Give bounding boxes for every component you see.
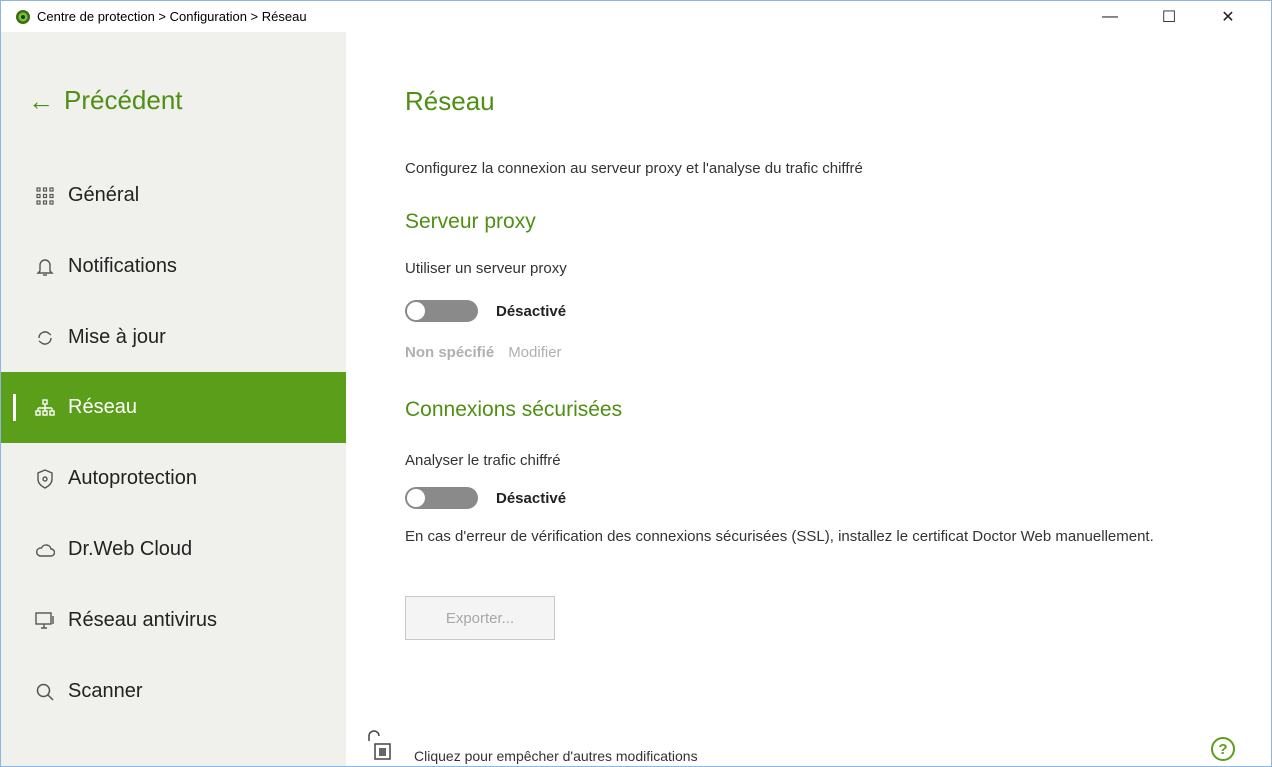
sidebar-item-label: Autoprotection bbox=[68, 467, 197, 489]
minimize-button[interactable]: — bbox=[1087, 1, 1133, 32]
toggle-knob bbox=[407, 489, 425, 507]
sidebar-item-scanner[interactable]: Scanner bbox=[1, 656, 346, 727]
toggle-knob bbox=[407, 302, 425, 320]
sidebar-item-label: Réseau antivirus bbox=[68, 609, 217, 631]
monitor-icon bbox=[34, 610, 56, 632]
lock-text[interactable]: Cliquez pour empêcher d'autres modificat… bbox=[414, 748, 698, 764]
sidebar-item-label: Général bbox=[68, 184, 140, 206]
sidebar-item-label: Dr.Web Cloud bbox=[68, 538, 193, 560]
sidebar-item-label: Scanner bbox=[68, 680, 143, 702]
lock-icon[interactable] bbox=[366, 729, 392, 761]
secure-toggle[interactable] bbox=[405, 487, 478, 509]
drweb-spider-icon bbox=[16, 10, 30, 24]
page-description: Configurez la connexion au serveur proxy… bbox=[405, 160, 863, 177]
proxy-value: Non spécifié bbox=[405, 344, 495, 361]
sidebar-item-selfprotection[interactable]: Autoprotection bbox=[1, 443, 346, 514]
secure-label: Analyser le trafic chiffré bbox=[405, 452, 561, 469]
grid-icon bbox=[34, 185, 56, 207]
sidebar-item-antivirus-network[interactable]: Réseau antivirus bbox=[1, 585, 346, 656]
maximize-button[interactable]: ☐ bbox=[1146, 1, 1192, 32]
sidebar-item-label: Réseau bbox=[68, 396, 137, 418]
sidebar: ← Précédent Général Notifications Mise à… bbox=[1, 32, 346, 766]
proxy-toggle[interactable] bbox=[405, 300, 478, 322]
proxy-label: Utiliser un serveur proxy bbox=[405, 260, 567, 277]
sidebar-item-general[interactable]: Général bbox=[1, 160, 346, 231]
ssl-note: En cas d'erreur de vérification des conn… bbox=[405, 528, 1154, 545]
close-button[interactable]: ✕ bbox=[1205, 1, 1251, 32]
app-window: Centre de protection > Configuration > R… bbox=[0, 0, 1272, 767]
sidebar-item-update[interactable]: Mise à jour bbox=[1, 302, 346, 373]
sidebar-item-notifications[interactable]: Notifications bbox=[1, 231, 346, 302]
help-icon[interactable]: ? bbox=[1211, 737, 1235, 761]
window-title: Centre de protection > Configuration > R… bbox=[37, 9, 307, 24]
sidebar-item-network[interactable]: Réseau bbox=[1, 372, 346, 443]
bell-icon bbox=[34, 256, 56, 278]
modify-link[interactable]: Modifier bbox=[508, 344, 561, 361]
sidebar-item-cloud[interactable]: Dr.Web Cloud bbox=[1, 514, 346, 585]
sidebar-item-label: Notifications bbox=[68, 255, 177, 277]
proxy-value-row: Non spécifié Modifier bbox=[405, 344, 562, 361]
back-button[interactable]: ← Précédent bbox=[28, 85, 183, 116]
cloud-icon bbox=[34, 539, 56, 561]
back-label: Précédent bbox=[64, 85, 183, 115]
network-icon bbox=[34, 397, 56, 419]
title-bar: Centre de protection > Configuration > R… bbox=[1, 1, 1271, 32]
page-title: Réseau bbox=[405, 86, 495, 116]
export-button[interactable]: Exporter... bbox=[405, 596, 555, 640]
secure-toggle-state: Désactivé bbox=[496, 489, 567, 507]
arrow-left-icon: ← bbox=[28, 85, 54, 116]
secure-toggle-row: Désactivé bbox=[405, 487, 566, 509]
proxy-toggle-row: Désactivé bbox=[405, 300, 566, 322]
search-icon bbox=[34, 681, 56, 703]
proxy-heading: Serveur proxy bbox=[405, 210, 536, 233]
proxy-toggle-state: Désactivé bbox=[496, 302, 567, 320]
sidebar-item-label: Mise à jour bbox=[68, 326, 166, 348]
refresh-icon bbox=[34, 327, 56, 349]
secure-heading: Connexions sécurisées bbox=[405, 398, 623, 421]
shield-icon bbox=[34, 468, 56, 490]
main-content: Réseau Configurez la connexion au serveu… bbox=[346, 32, 1271, 766]
